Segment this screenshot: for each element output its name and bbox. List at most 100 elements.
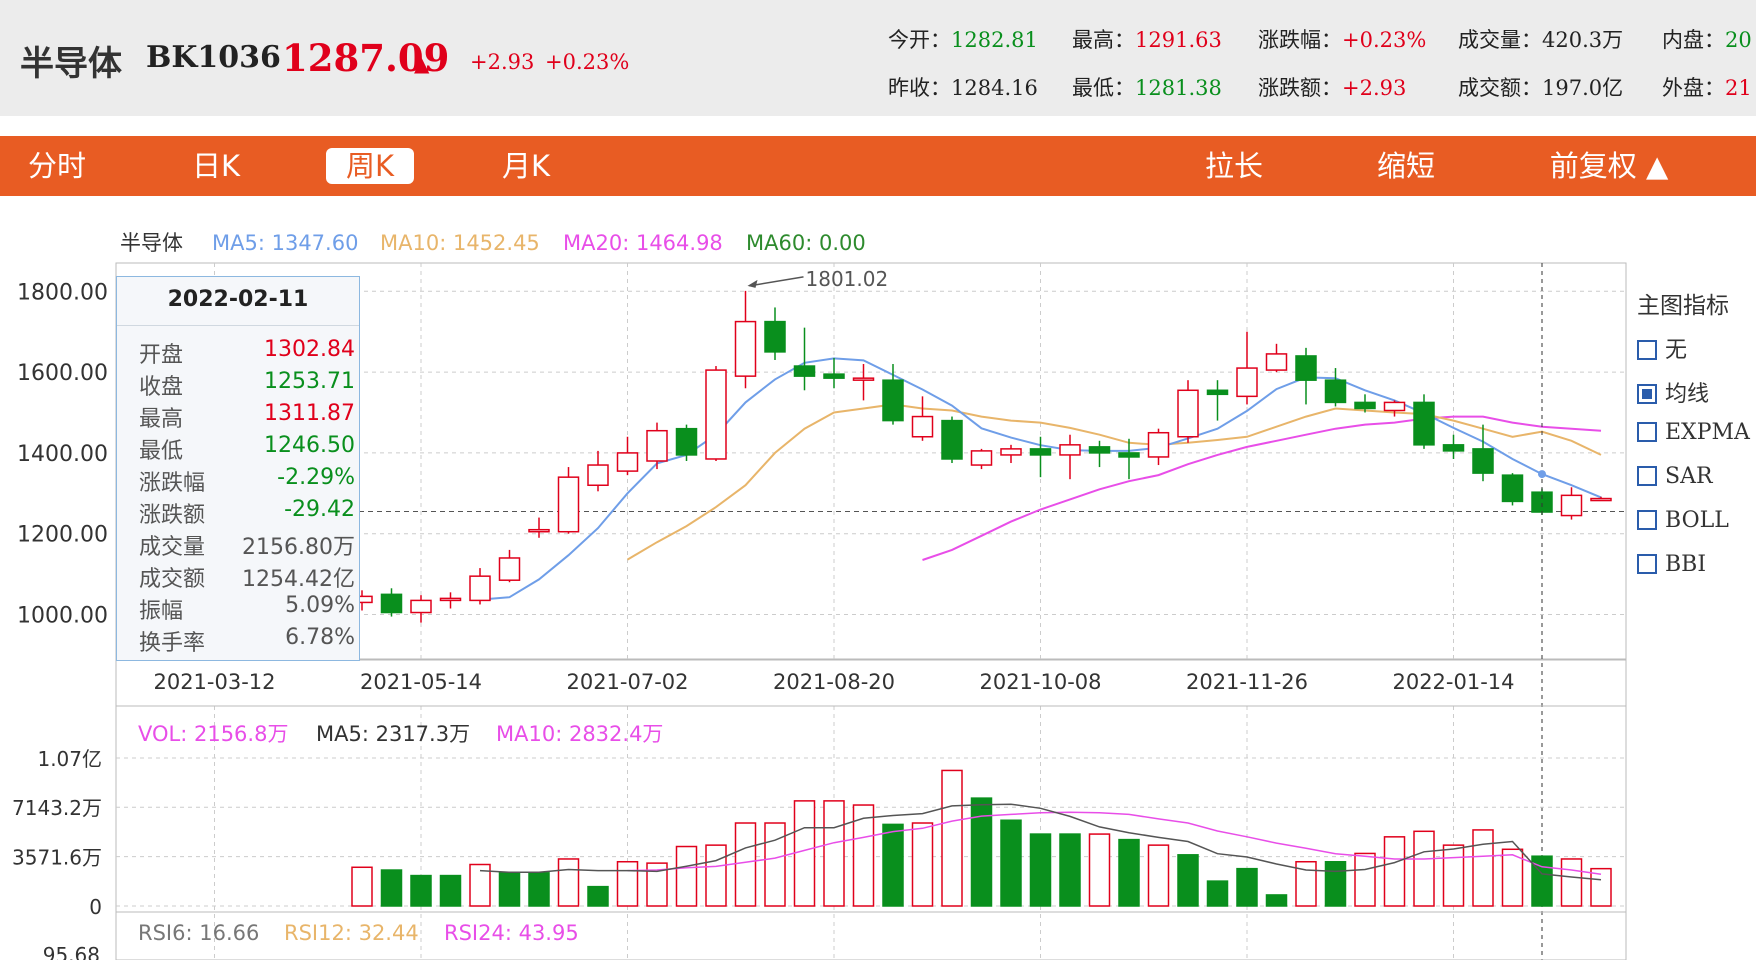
volume-bar: [587, 885, 609, 907]
quote-label: 最高：: [1072, 28, 1135, 52]
info-key: 涨跌幅: [139, 471, 206, 496]
y-tick-label: 1600.00: [17, 361, 108, 386]
indicator-label: EXPMA: [1665, 420, 1750, 445]
volume-bar: [1560, 858, 1583, 907]
indicator-label: SAR: [1665, 464, 1713, 489]
indicator-option-sar[interactable]: SAR: [1637, 464, 1713, 489]
quote-low: 最低：1281.38: [1072, 72, 1222, 102]
volume-bar: [1354, 852, 1376, 907]
candle-down: [1354, 401, 1376, 410]
indicator-option-expma[interactable]: EXPMA: [1637, 420, 1750, 445]
info-value: -2.29%: [277, 465, 355, 490]
tab-daily-k[interactable]: 日K: [186, 148, 246, 184]
quote-label: 最低：: [1072, 76, 1135, 100]
candle-up: [1059, 444, 1081, 456]
candle-down: [793, 365, 816, 377]
legend-name: 半导体: [120, 231, 183, 255]
info-value: 5.09%: [285, 593, 355, 618]
volume-bar: [1206, 880, 1229, 907]
candle-down: [882, 379, 904, 422]
quote-value: +2.93: [1342, 76, 1407, 100]
volume-bar: [351, 866, 373, 907]
candle-up: [528, 528, 550, 533]
volume-bar: [557, 858, 580, 907]
indicator-option-ma[interactable]: 均线: [1637, 376, 1709, 408]
adjust-dropdown[interactable]: 前复权 ▲: [1544, 148, 1674, 184]
x-tick-label: 2021-11-26: [1186, 670, 1308, 694]
shrink-button[interactable]: 缩短: [1372, 148, 1440, 184]
tab-weekly-k[interactable]: 周K: [326, 148, 414, 184]
legend-ma5: MA5: 1347.60: [212, 231, 358, 255]
info-key: 换手率: [139, 631, 206, 656]
checkbox-icon[interactable]: [1637, 510, 1657, 530]
tab-intraday[interactable]: 分时: [24, 148, 90, 184]
quote-label: 成交额：: [1458, 76, 1542, 100]
checkbox-icon[interactable]: [1637, 554, 1657, 574]
candle-up: [469, 575, 491, 602]
legend-ma20: MA20: 1464.98: [563, 231, 723, 255]
quote-value: 21: [1725, 76, 1752, 100]
y-tick-label: 1000.00: [17, 604, 108, 629]
candle-up: [1000, 448, 1022, 456]
vol-ma10-legend: MA10: 2832.4万: [496, 722, 663, 746]
candle-down: [1088, 446, 1111, 454]
rsi12-legend: RSI12: 32.44: [284, 921, 419, 945]
quote-value: 197.0亿: [1542, 76, 1624, 100]
max-annotation-label: 1801.02: [806, 267, 889, 291]
quote-change-amt: 涨跌额：+2.93: [1258, 72, 1406, 102]
candle-down: [380, 593, 403, 614]
y-tick-label: 1400.00: [17, 442, 108, 467]
candle-up: [1560, 494, 1583, 517]
tab-monthly-k[interactable]: 月K: [496, 148, 556, 184]
candle-up: [1236, 367, 1258, 398]
volume-bar: [941, 769, 963, 907]
x-tick-label: 2021-05-14: [360, 670, 482, 694]
volume-bar: [764, 822, 786, 907]
indicator-option-none[interactable]: 无: [1637, 332, 1687, 364]
info-key: 成交额: [139, 567, 206, 592]
candle-up: [734, 320, 757, 377]
volume-bar: [1118, 838, 1140, 907]
candle-down: [1413, 401, 1435, 446]
candle-down: [1295, 355, 1317, 381]
volume-bar: [911, 822, 934, 907]
info-key: 最高: [139, 407, 184, 432]
candle-up: [616, 452, 639, 472]
up-arrow-icon: ▲: [414, 52, 430, 76]
candle-down: [1118, 452, 1140, 458]
checkbox-icon[interactable]: [1637, 422, 1657, 442]
quote-header: 半导体 BK1036 1287.09 ▲ +2.93 +0.23% 今开：128…: [0, 0, 1756, 116]
candle-up: [852, 377, 875, 381]
candle-down: [1442, 444, 1465, 452]
indicator-label: BOLL: [1665, 508, 1729, 533]
indicator-option-boll[interactable]: BOLL: [1637, 508, 1729, 533]
candle-up: [587, 464, 609, 486]
volume-bar: [1383, 836, 1406, 907]
checkbox-icon[interactable]: [1637, 466, 1657, 486]
checkbox-icon[interactable]: [1637, 340, 1657, 360]
volume-bar: [528, 872, 550, 907]
info-value: 1246.50: [264, 433, 355, 458]
candle-up: [911, 415, 934, 438]
candle-up: [498, 557, 521, 581]
x-tick-label: 2021-08-20: [773, 670, 895, 694]
info-date: 2022-02-11: [167, 287, 309, 312]
candle-up: [1383, 401, 1406, 412]
indicator-option-bbi[interactable]: BBI: [1637, 552, 1706, 577]
checkbox-checked-icon[interactable]: [1637, 384, 1657, 404]
volume-bar: [734, 822, 757, 907]
quote-label: 内盘：: [1662, 28, 1725, 52]
stretch-button[interactable]: 拉长: [1200, 148, 1268, 184]
volume-bar: [1413, 830, 1435, 907]
info-value: 1311.87: [264, 401, 355, 426]
quote-value: 420.3万: [1542, 28, 1624, 52]
rsi-y-tick-label: 95.68: [43, 943, 100, 960]
quote-value: +0.23%: [1342, 28, 1427, 52]
quote-open: 今开：1282.81: [888, 24, 1038, 54]
candle-down: [1501, 474, 1524, 503]
info-key: 成交量: [139, 535, 206, 560]
quote-change-pct: 涨跌幅：+0.23%: [1258, 24, 1426, 54]
candle-down: [1029, 448, 1052, 456]
volume-bar: [1472, 829, 1494, 907]
quote-value: 1282.81: [951, 28, 1038, 52]
